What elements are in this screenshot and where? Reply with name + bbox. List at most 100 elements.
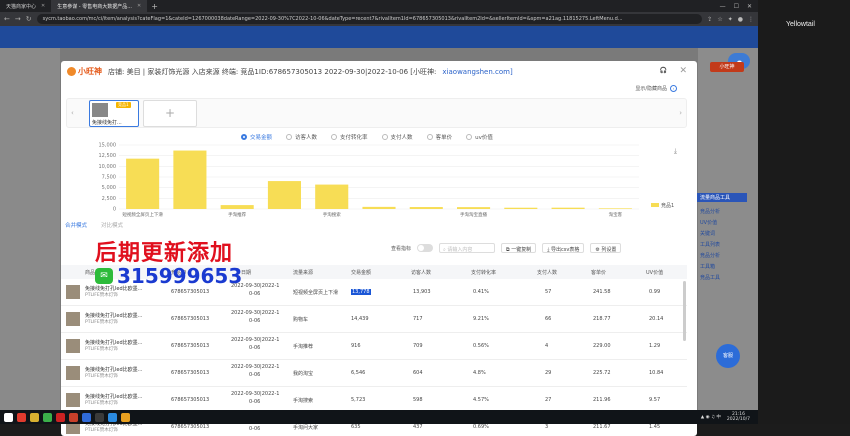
bar-chart: 0 2,500 5,000 7,500 10,000 12,500 15,000 短视频全屏页…: [99, 143, 675, 219]
browser-tab-1[interactable]: 天猫商家中心 ✕: [0, 0, 51, 12]
merge-mode-tab[interactable]: 合并模式: [65, 221, 87, 229]
tool-item[interactable]: UV价值: [700, 218, 744, 229]
headset-icon[interactable]: 🎧: [660, 67, 667, 74]
metric-option[interactable]: 支付转化率: [331, 133, 368, 141]
col-header[interactable]: 流量来源: [293, 269, 313, 276]
tool-item[interactable]: 关键词: [700, 229, 744, 240]
radio-icon: [466, 134, 473, 140]
chrome-icon[interactable]: [121, 412, 130, 422]
column-settings-label: 列设置: [601, 247, 617, 253]
col-header[interactable]: 交易金额: [351, 269, 371, 276]
clock-date: 2022/10/7: [726, 417, 750, 422]
col-header[interactable]: 日期: [241, 269, 251, 276]
browser-tab-2[interactable]: 生意参谋 - 零售电商大数据产品... ✕: [51, 0, 148, 12]
back-icon[interactable]: ←: [4, 15, 10, 23]
radio-icon: [381, 134, 388, 140]
tool-item[interactable]: 竞品工具: [700, 273, 744, 284]
profile-icon[interactable]: ●: [738, 16, 743, 23]
product-thumbnail: [66, 366, 80, 380]
col-header[interactable]: 客单价: [591, 269, 606, 276]
close-icon[interactable]: ✕: [137, 3, 141, 9]
new-tab-button[interactable]: +: [147, 2, 162, 11]
close-window-icon[interactable]: ✕: [747, 3, 752, 10]
tab-label: 天猫商家中心: [6, 3, 37, 10]
y-tick-label: 15,000: [99, 143, 117, 149]
cell-buyers: 4: [545, 343, 549, 349]
metric-option[interactable]: uv价值: [466, 133, 493, 141]
app-icon[interactable]: [108, 412, 117, 422]
col-header[interactable]: UV价值: [646, 269, 663, 276]
chevron-left-icon[interactable]: ‹: [71, 109, 74, 117]
tool-button[interactable]: 流量商品工具: [697, 193, 747, 202]
metric-option[interactable]: 交易金额: [241, 133, 272, 141]
search-input[interactable]: ⌕ 请输入内容: [439, 243, 496, 253]
x-tick-label: 手淘淘宝直播: [460, 211, 487, 218]
search-placeholder: 请输入内容: [447, 247, 473, 253]
wechat-app-icon[interactable]: [43, 412, 52, 422]
url-input[interactable]: sycm.taobao.com/mc/ci/item/analysis?cate…: [36, 14, 703, 24]
compare-mode-tab[interactable]: 对比模式: [101, 221, 123, 229]
metric-option[interactable]: 客单价: [426, 133, 452, 141]
bar: [362, 206, 396, 209]
chevron-right-icon[interactable]: ›: [679, 109, 682, 117]
metrics-toggle[interactable]: [417, 244, 434, 252]
share-icon[interactable]: ⇪: [707, 16, 712, 23]
bar: [173, 150, 207, 209]
tool-item[interactable]: 工具列表: [700, 240, 744, 251]
cell-id: 678657305013: [171, 289, 210, 295]
start-icon[interactable]: [4, 412, 13, 422]
export-button[interactable]: ⤓ 导出csv表格: [542, 243, 585, 253]
extension-icon[interactable]: ✦: [728, 16, 733, 23]
reload-icon[interactable]: ↻: [26, 15, 32, 23]
site-link[interactable]: xiaowangshen.com]: [442, 68, 512, 76]
metric-option[interactable]: 访客人数: [286, 133, 317, 141]
app-icon[interactable]: [95, 412, 104, 422]
tray-icons[interactable]: ▲ ◉ ♫ 中: [701, 414, 721, 420]
extension-icons: ⇪ ☆ ✦ ● ⋮: [707, 16, 754, 23]
app-icon[interactable]: [69, 412, 78, 422]
table-row[interactable]: 免接线免打孔led比欧墨...PTLIFE赞木灯饰 2022-09-30|2022…: [61, 306, 687, 333]
app-icon[interactable]: [82, 412, 91, 422]
cell-conv: 0.41%: [473, 289, 489, 295]
y-tick-label: 12,500: [99, 153, 117, 159]
app-icon[interactable]: [56, 412, 65, 422]
column-settings-button[interactable]: ⚙ 列设置: [590, 243, 622, 253]
product-card[interactable]: 竞品1 免接线免打...: [89, 100, 139, 127]
table-row[interactable]: 免接线免打孔led比欧墨...PTLIFE赞木灯饰 2022-09-30|2022…: [61, 333, 687, 360]
copy-label: 一键复制: [511, 247, 532, 253]
col-header[interactable]: 支付人数: [537, 269, 557, 276]
folder-icon[interactable]: [30, 412, 39, 422]
minimize-icon[interactable]: —: [720, 3, 726, 10]
cell-uv: 0.99: [649, 289, 661, 295]
service-fab[interactable]: 客服: [716, 344, 740, 368]
tool-item[interactable]: 竞品分析: [700, 251, 744, 262]
modal-close-icon[interactable]: ✕: [679, 66, 687, 76]
toggle-products-button[interactable]: 显示/隐藏商品 ›: [635, 85, 677, 92]
y-tick-label: 2,500: [102, 196, 116, 202]
app-icon[interactable]: [17, 412, 26, 422]
metric-label: 交易金额: [250, 135, 273, 141]
x-tick-label: 短视频全屏页上下滑: [122, 211, 163, 218]
menu-icon[interactable]: ⋮: [748, 16, 754, 23]
table-row[interactable]: 免接线免打孔led比欧墨...PTLIFE赞木灯饰 2022-09-30|2022…: [61, 360, 687, 387]
close-icon[interactable]: ✕: [41, 3, 45, 9]
col-header[interactable]: 访客人数: [411, 269, 431, 276]
add-product-button[interactable]: +: [143, 100, 197, 127]
forward-icon[interactable]: →: [15, 15, 21, 23]
col-header[interactable]: 支付转化率: [471, 269, 496, 276]
cell-source: 我的淘宝: [293, 371, 314, 377]
star-icon[interactable]: ☆: [717, 16, 722, 23]
radio-icon: [241, 134, 247, 140]
maximize-icon[interactable]: ☐: [734, 3, 739, 10]
cell-aov: 211.96: [593, 397, 611, 403]
brand-logo: 小旺神: [67, 66, 102, 77]
copy-button[interactable]: ⧉ 一键复制: [501, 243, 537, 253]
metric-option[interactable]: 支付人数: [381, 133, 413, 141]
tool-item[interactable]: 工具箱: [700, 262, 744, 273]
cell-source: 手淘搜索: [293, 398, 314, 404]
table-scrollbar[interactable]: [683, 281, 686, 341]
arrow-circle-icon: ›: [670, 85, 677, 92]
clock[interactable]: 21:16 2022/10/7: [727, 412, 750, 422]
tool-item[interactable]: 竞品分析: [700, 207, 744, 218]
overlay-contact: ✉ 315999653: [95, 264, 242, 288]
